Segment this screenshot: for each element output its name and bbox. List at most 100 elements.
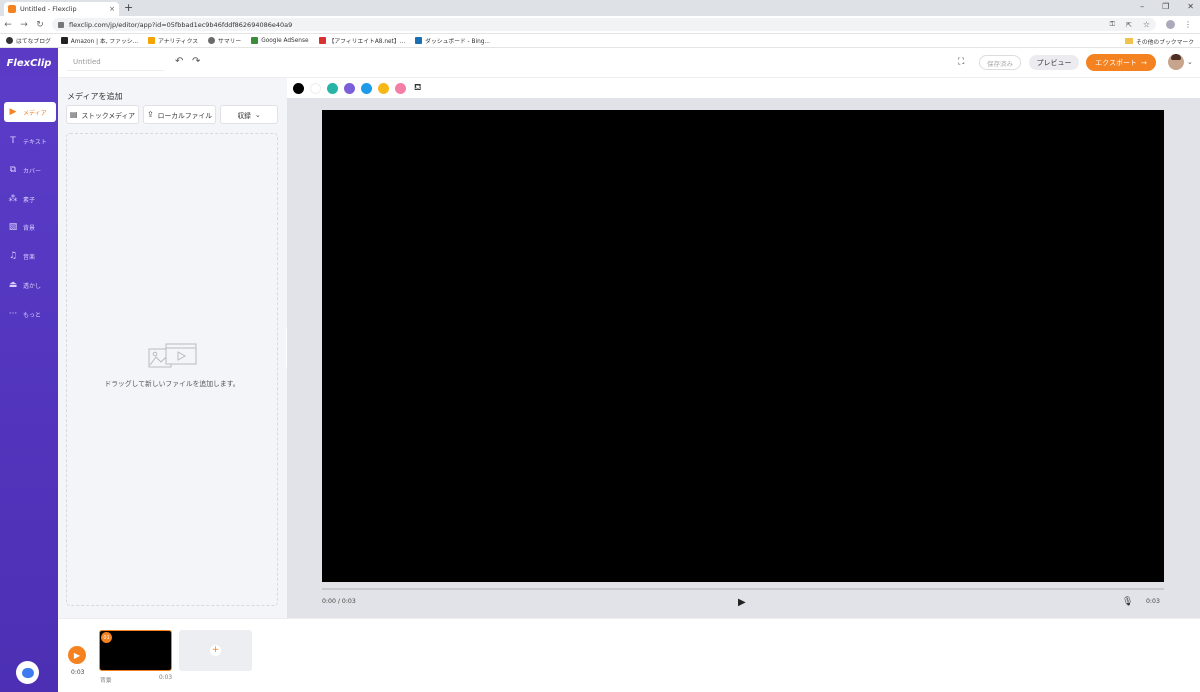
project-name-underline [67,70,164,71]
avatar[interactable] [1168,54,1184,70]
music-icon: ♫ [8,251,18,261]
sidebar-item-label: 透かし [23,282,42,290]
export-button[interactable]: エクスポート → [1086,54,1156,71]
bookmark-item[interactable]: サマリー [208,36,241,45]
bookmark-item[interactable]: Amazon | 本, ファッシ... [60,36,138,45]
sidebar-item-cover[interactable]: ⧉ カバー [4,160,56,180]
bookmark-item[interactable]: アナリティクス [148,36,198,45]
record-dropdown[interactable]: 収録 ⌄ [220,105,278,124]
preview-button[interactable]: プレビュー [1029,55,1079,70]
playback-seek-bar[interactable] [322,588,1164,590]
back-icon[interactable]: ← [0,20,16,30]
key-icon[interactable]: ⚿ [1110,20,1115,29]
project-name-input[interactable]: Untitled [73,58,101,66]
export-label: エクスポート [1095,58,1137,67]
chat-icon [21,667,34,678]
analytics-favicon-icon [148,37,156,44]
paint-bucket-icon[interactable]: ⛾ [414,83,421,94]
scene-duration: 0:03 [159,675,173,681]
plus-icon: + [210,645,221,656]
color-swatch-teal[interactable] [327,82,338,94]
profile-icon[interactable] [1166,20,1175,29]
reload-icon[interactable]: ↻ [32,20,48,30]
window-controls: – ❐ ✕ [1140,2,1194,11]
redo-icon[interactable]: ↷ [192,56,200,67]
sidebar-item-label: メディア [23,109,47,117]
amazon-favicon-icon [60,37,68,44]
current-time: 0:00 / 0:03 [322,598,356,605]
drop-zone-text: ドラッグして新しいファイルを追加します。 [104,380,240,388]
color-swatch-blue[interactable] [361,82,372,94]
total-duration: 0:03 [1146,598,1160,605]
url-input[interactable]: flexclip.com/jp/editor/app?id=05fbbad1ec… [52,18,1156,31]
fullscreen-icon[interactable]: ⛶ [958,57,968,67]
media-placeholder-icon [148,343,197,368]
drop-zone[interactable]: ドラッグして新しいファイルを追加します。 [66,133,278,606]
forward-icon[interactable]: → [16,20,32,30]
color-swatch-yellow[interactable] [378,82,389,94]
timeline-duration: 0:03 [71,669,85,676]
bookmark-item[interactable]: Google AdSense [251,37,309,44]
chat-button[interactable] [16,661,39,684]
save-button[interactable]: 保存済み [979,55,1021,70]
folder-icon [1125,38,1134,44]
sidebar: ▶ メディア T テキスト ⧉ カバー ⁂ 素子 ▧ 背景 ♫ 音楽 ⏏ 透かし ··· もっと [0,78,58,692]
color-swatch-white[interactable] [310,82,321,94]
play-icon: ▶ [73,650,81,660]
sidebar-item-elements[interactable]: ⁂ 素子 [4,189,56,209]
microphone-icon[interactable]: 🎙 [1122,597,1133,607]
local-file-label: ローカルファイル [157,111,213,120]
sidebar-item-music[interactable]: ♫ 音楽 [4,246,56,266]
color-toolbar: ⛾ [287,78,1200,98]
scene-label: 背景 [100,678,112,684]
add-scene-button[interactable]: + [179,630,252,671]
upload-icon: ⇪ [146,110,154,119]
menu-icon[interactable]: ⋮ [1184,20,1192,29]
stock-media-button[interactable]: ▤ ストックメディア [66,105,139,124]
scene-number-badge: 01 [101,632,112,643]
flexclip-logo[interactable]: FlexClip [0,48,58,78]
bookmark-item[interactable]: 【アフィリエイトA8.net】... [318,36,405,45]
chevron-down-icon[interactable]: ⌄ [1187,58,1193,66]
bookmark-item[interactable]: はてなブログ [6,36,51,45]
bookmarks-bar: はてなブログ Amazon | 本, ファッシ... アナリティクス サマリー … [0,34,1200,48]
sidebar-item-background[interactable]: ▧ 背景 [4,217,56,237]
sidebar-item-label: 音楽 [23,253,36,261]
browser-toolbar-icons: ⋮ [1156,20,1200,29]
star-icon[interactable]: ☆ [1143,20,1150,29]
color-swatch-pink[interactable] [395,82,406,94]
new-tab-button[interactable]: + [124,2,133,14]
sidebar-item-media[interactable]: ▶ メディア [4,102,56,122]
video-canvas[interactable] [322,110,1164,582]
sidebar-item-watermark[interactable]: ⏏ 透かし [4,275,56,295]
sidebar-item-label: もっと [23,311,42,319]
url-text: flexclip.com/jp/editor/app?id=05fbbad1ec… [69,20,293,29]
color-swatch-purple[interactable] [344,82,355,94]
summary-favicon-icon [208,37,216,44]
undo-icon[interactable]: ↶ [175,56,183,67]
flexclip-favicon-icon [8,5,16,13]
minimize-icon[interactable]: – [1140,2,1144,11]
record-label: 収録 [237,111,251,120]
share-icon[interactable]: ⇱ [1126,21,1132,29]
address-bar: ← → ↻ flexclip.com/jp/editor/app?id=05fb… [0,16,1200,34]
restore-icon[interactable]: ❐ [1162,2,1169,11]
close-window-icon[interactable]: ✕ [1187,2,1194,11]
local-file-button[interactable]: ⇪ ローカルファイル [143,105,216,124]
play-icon[interactable]: ▶ [738,597,746,608]
bing-favicon-icon [415,37,423,44]
timeline-play-button[interactable]: ▶ [68,646,86,664]
a8-favicon-icon [318,37,326,44]
other-bookmarks[interactable]: その他のブックマーク [1125,34,1194,48]
sidebar-item-text[interactable]: T テキスト [4,131,56,151]
sidebar-item-more[interactable]: ··· もっと [4,304,56,324]
stock-media-label: ストックメディア [81,111,136,120]
lock-icon [58,21,64,28]
browser-tab[interactable]: Untitled - Flexclip × [4,2,119,16]
background-icon: ▧ [8,222,18,232]
color-swatch-black[interactable] [293,82,304,94]
watermark-icon: ⏏ [8,280,18,290]
tab-close-icon[interactable]: × [109,5,115,13]
bookmark-item[interactable]: ダッシュボード - Bing... [415,36,490,45]
adsense-favicon-icon [251,37,259,44]
